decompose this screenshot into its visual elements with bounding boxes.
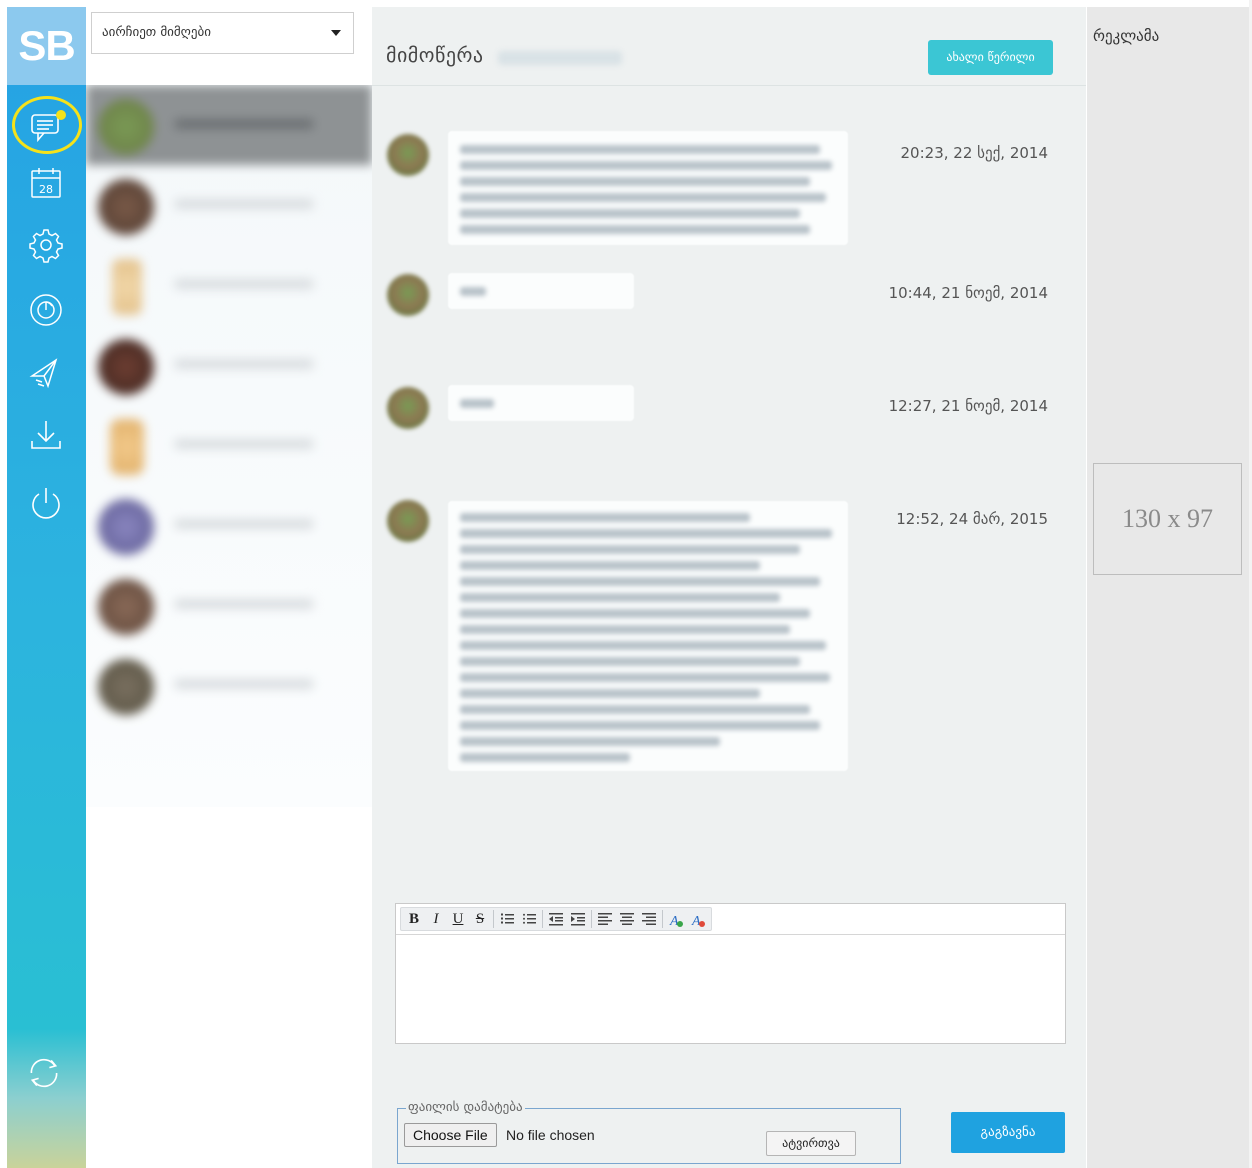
contact-item[interactable] bbox=[86, 485, 372, 565]
contact-item[interactable] bbox=[86, 325, 372, 405]
editor-toolbar: B I U S A A bbox=[396, 904, 1065, 935]
contact-item[interactable] bbox=[86, 165, 372, 245]
conversation-header: მიმოწერა ახალი წერილი bbox=[372, 7, 1086, 86]
recipient-select[interactable]: აირჩიეთ მიმღები bbox=[91, 12, 354, 54]
indent-icon[interactable] bbox=[567, 908, 589, 930]
contact-item[interactable] bbox=[86, 405, 372, 485]
contacts-panel: აირჩიეთ მიმღები bbox=[86, 0, 372, 1168]
sender-avatar bbox=[387, 134, 429, 176]
conversation-subtitle-redacted bbox=[498, 51, 622, 65]
calendar-icon[interactable]: 28 bbox=[28, 165, 64, 201]
contact-item[interactable] bbox=[86, 645, 372, 725]
ad-placeholder[interactable]: 130 x 97 bbox=[1093, 463, 1242, 575]
ordered-list-icon[interactable] bbox=[496, 908, 518, 930]
message-timestamp: 10:44, 21 ნოემ, 2014 bbox=[888, 284, 1048, 302]
refresh-icon[interactable] bbox=[26, 1055, 66, 1095]
message-bubble bbox=[448, 131, 848, 245]
toolbar-group: B I U S A A bbox=[400, 907, 712, 931]
no-file-label: No file chosen bbox=[506, 1127, 595, 1143]
power-icon[interactable] bbox=[28, 485, 64, 521]
logo: SB bbox=[7, 7, 86, 85]
app-window: SB 28 აირჩიეთ მიმღები მიმოწერა ახალი წერ… bbox=[0, 0, 1252, 1168]
strikethrough-button[interactable]: S bbox=[469, 908, 491, 930]
conversation-panel: მიმოწერა ახალი წერილი 20:23, 22 სექ, 201… bbox=[372, 7, 1086, 1168]
unread-dot bbox=[56, 110, 66, 120]
italic-button[interactable]: I bbox=[425, 908, 447, 930]
message-timestamp: 12:27, 21 ნოემ, 2014 bbox=[888, 397, 1048, 415]
message-bubble bbox=[448, 273, 634, 309]
rich-text-editor: B I U S A A bbox=[395, 903, 1066, 1044]
unordered-list-icon[interactable] bbox=[518, 908, 540, 930]
text-color-icon[interactable]: A bbox=[665, 908, 687, 930]
upload-button[interactable]: ატვირთვა bbox=[766, 1131, 856, 1156]
choose-file-button[interactable]: Choose File bbox=[404, 1123, 497, 1147]
chevron-down-icon bbox=[331, 30, 341, 36]
new-message-button[interactable]: ახალი წერილი bbox=[928, 40, 1053, 75]
highlight-color-icon[interactable]: A bbox=[687, 908, 709, 930]
contact-item[interactable] bbox=[86, 565, 372, 645]
message-timestamp: 12:52, 24 მარ, 2015 bbox=[896, 510, 1048, 528]
align-left-icon[interactable] bbox=[594, 908, 616, 930]
align-right-icon[interactable] bbox=[638, 908, 660, 930]
bold-button[interactable]: B bbox=[403, 908, 425, 930]
message-bubble bbox=[448, 501, 848, 771]
sender-avatar bbox=[387, 274, 429, 316]
message-textarea[interactable] bbox=[396, 936, 1065, 1043]
page-title: მიმოწერა bbox=[386, 43, 484, 67]
contact-item[interactable] bbox=[86, 85, 372, 165]
svg-text:A: A bbox=[691, 914, 701, 928]
align-center-icon[interactable] bbox=[616, 908, 638, 930]
stats-icon[interactable] bbox=[28, 292, 64, 328]
contact-item[interactable] bbox=[86, 245, 372, 325]
sender-avatar bbox=[387, 387, 429, 429]
contact-list bbox=[86, 85, 372, 807]
message-timestamp: 20:23, 22 სექ, 2014 bbox=[900, 144, 1048, 162]
svg-text:A: A bbox=[669, 914, 679, 928]
file-attachment-fieldset: ფაილის დამატება Choose File No file chos… bbox=[397, 1100, 901, 1164]
settings-icon[interactable] bbox=[28, 227, 64, 263]
underline-button[interactable]: U bbox=[447, 908, 469, 930]
share-icon[interactable] bbox=[28, 354, 64, 390]
sender-avatar bbox=[387, 500, 429, 542]
message-bubble bbox=[448, 385, 634, 421]
calendar-day: 28 bbox=[39, 183, 53, 196]
outdent-icon[interactable] bbox=[545, 908, 567, 930]
icon-sidebar: SB 28 bbox=[7, 7, 86, 1168]
ads-title: რეკლამა bbox=[1093, 27, 1160, 45]
download-icon[interactable] bbox=[28, 417, 64, 453]
send-button[interactable]: გაგზავნა bbox=[951, 1112, 1065, 1153]
recipient-select-label: აირჩიეთ მიმღები bbox=[102, 25, 211, 40]
ads-sidebar: რეკლამა 130 x 97 bbox=[1087, 7, 1249, 1168]
attachment-legend: ფაილის დამატება bbox=[406, 1100, 525, 1115]
